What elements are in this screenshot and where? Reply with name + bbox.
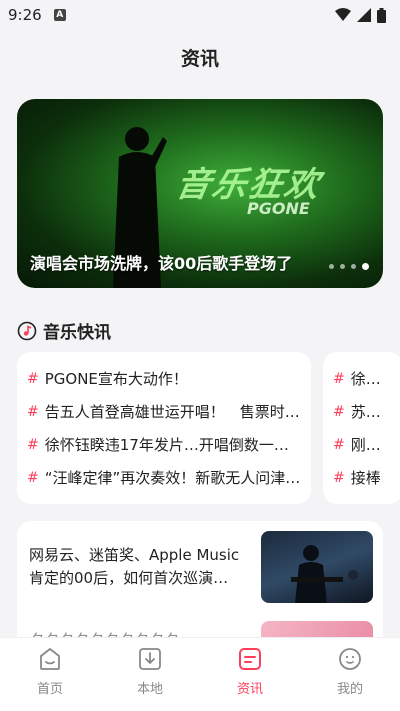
hashtag-icon: # [27, 370, 39, 387]
news-item[interactable]: # 告五人首登高雄世运开唱！ 售票时… [27, 395, 301, 428]
tab-label: 本地 [136, 682, 163, 697]
news-item-text: 接棒 [350, 469, 381, 487]
hashtag-icon: # [333, 469, 345, 486]
news-item[interactable]: # 徐怀钰睽违17年发片…开唱倒数一周… [27, 428, 301, 461]
status-icons [335, 7, 386, 23]
article-thumbnail-image [291, 545, 358, 603]
hashtag-icon: # [27, 403, 39, 420]
news-item-text: 苏打绿 [350, 403, 393, 421]
status-time: 9:26 [8, 6, 42, 24]
section-header-music-news: 音乐快讯 [17, 318, 111, 343]
profile-icon [339, 648, 361, 670]
home-icon [40, 648, 60, 670]
tab-profile[interactable]: 我的 [300, 638, 400, 711]
signal-icon [357, 8, 371, 22]
tab-label: 首页 [36, 682, 63, 697]
status-bar: 9:26 A [0, 0, 400, 30]
banner-caption: 演唱会市场洗牌，该00后歌手登场了 [30, 254, 293, 273]
banner-carousel[interactable]: 音乐狂欢 PGONE 演唱会市场洗牌，该00后歌手登场了 [17, 99, 383, 288]
banner-artwork-subtitle: PGONE [247, 199, 310, 218]
news-item-text: 徐佳莹 [350, 370, 393, 388]
news-item[interactable]: # 接棒 [333, 461, 393, 494]
download-icon [139, 648, 161, 670]
article-title: 网易云、迷笛奖、Apple Music肯定的00后，如何首次巡演… [29, 546, 240, 587]
news-item-text: 告五人首登高雄世运开唱！ 售票时… [44, 403, 300, 421]
carousel-dots [329, 263, 369, 270]
section-title: 音乐快讯 [43, 323, 111, 343]
news-item-text: 刚刚！ [350, 436, 393, 454]
tab-news[interactable]: 资讯 [200, 638, 300, 711]
news-item[interactable]: # PGONE宣布大动作！ [27, 362, 301, 395]
news-item[interactable]: # 刚刚！ [333, 428, 393, 461]
news-item-text: “汪峰定律”再次奏效！新歌无人问津… [44, 469, 301, 487]
carousel-dot-active [362, 263, 369, 270]
news-item-text: 徐怀钰睽违17年发片…开唱倒数一周… [44, 436, 301, 454]
tab-label: 资讯 [236, 682, 263, 697]
carousel-dot [329, 264, 334, 269]
news-item-text: PGONE宣布大动作！ [44, 370, 188, 388]
news-item[interactable]: # 苏打绿 [333, 395, 393, 428]
music-note-icon [17, 321, 37, 340]
hashtag-icon: # [333, 403, 345, 420]
news-icon [239, 648, 261, 670]
news-item[interactable]: # 徐佳莹 [333, 362, 393, 395]
news-card: # 徐佳莹 # 苏打绿 # 刚刚！ # 接棒 [323, 352, 400, 504]
hashtag-icon: # [333, 436, 345, 453]
tab-local[interactable]: 本地 [100, 638, 200, 711]
page-title: 资讯 [180, 48, 219, 70]
news-card: # PGONE宣布大动作！ # 告五人首登高雄世运开唱！ 售票时… # 徐怀钰睽违17… [17, 352, 311, 504]
wifi-icon [335, 8, 351, 21]
bottom-tab-bar: 首页 本地 资讯 我的 [0, 637, 400, 711]
hashtag-icon: # [27, 469, 39, 486]
tab-label: 我的 [336, 682, 363, 697]
battery-icon [377, 7, 386, 23]
tab-home[interactable]: 首页 [0, 638, 100, 711]
carousel-dot [340, 264, 345, 269]
article-thumbnail [261, 531, 373, 603]
hashtag-icon: # [333, 370, 345, 387]
notification-badge-icon: A [53, 9, 66, 21]
carousel-dot [351, 264, 356, 269]
news-item[interactable]: # “汪峰定律”再次奏效！新歌无人问津… [27, 461, 301, 494]
article-card[interactable]: 网易云、迷笛奖、Apple Music肯定的00后，如何首次巡演… 夕夕夕夕夕夕… [17, 521, 383, 651]
hashtag-icon: # [27, 436, 39, 453]
